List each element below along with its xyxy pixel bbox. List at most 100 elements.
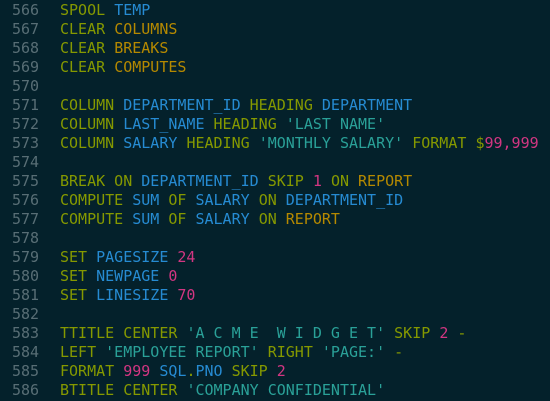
gutter-padding: [0, 343, 12, 362]
keyword-token: OF: [168, 210, 187, 228]
code-editor[interactable]: 566 SPOOL TEMP 567 CLEAR COLUMNS 568 CLEAR BR…: [0, 0, 550, 401]
identifier-token: DEPARTMENT_ID: [141, 172, 259, 190]
line-number: 566: [12, 1, 40, 19]
identifier-token: SALARY: [123, 134, 178, 152]
line-number: 571: [12, 96, 40, 114]
line-number: 583: [12, 324, 40, 342]
line-code[interactable]: CLEAR COMPUTES: [60, 58, 186, 77]
code-line[interactable]: 566 SPOOL TEMP: [0, 1, 550, 20]
line-code[interactable]: COMPUTE SUM OF SALARY ON REPORT: [60, 210, 340, 229]
code-line[interactable]: 572 COLUMN LAST_NAME HEADING 'LAST NAME': [0, 115, 550, 134]
line-number: 578: [12, 229, 40, 247]
code-line[interactable]: 567 CLEAR COLUMNS: [0, 20, 550, 39]
keyword-token: FORMAT: [412, 134, 467, 152]
gutter-padding: [0, 305, 12, 324]
line-code[interactable]: FORMAT 999 SQL.PNO SKIP 2: [60, 362, 286, 381]
identifier-token: DEPARTMENT: [321, 96, 413, 114]
code-line[interactable]: 577 COMPUTE SUM OF SALARY ON REPORT: [0, 210, 550, 229]
code-line[interactable]: 575 BREAK ON DEPARTMENT_ID SKIP 1 ON REPO…: [0, 172, 550, 191]
gutter-padding: [0, 210, 12, 229]
line-code[interactable]: COLUMN LAST_NAME HEADING 'LAST NAME': [60, 115, 385, 134]
gutter-padding: [0, 58, 12, 77]
line-code[interactable]: CLEAR COLUMNS: [60, 20, 177, 39]
line-code[interactable]: SET NEWPAGE 0: [60, 267, 177, 286]
gutter-padding: [0, 39, 12, 58]
keyword-token: SET: [60, 248, 88, 266]
code-line[interactable]: 580 SET NEWPAGE 0: [0, 267, 550, 286]
line-code[interactable]: SET PAGESIZE 24: [60, 248, 195, 267]
gutter-padding: [0, 77, 12, 96]
identifier-token: DEPARTMENT_ID: [123, 96, 241, 114]
line-code[interactable]: COLUMN DEPARTMENT_ID HEADING DEPARTMENT: [60, 96, 412, 115]
line-code[interactable]: LEFT 'EMPLOYEE REPORT' RIGHT 'PAGE:' -: [60, 343, 403, 362]
code-line[interactable]: 581 SET LINESIZE 70: [0, 286, 550, 305]
identifier-token: SALARY: [195, 191, 250, 209]
code-line[interactable]: 586 BTITLE CENTER 'COMPANY CONFIDENTIAL': [0, 381, 550, 400]
line-code[interactable]: SET LINESIZE 70: [60, 286, 195, 305]
line-number: 569: [12, 58, 40, 76]
code-line[interactable]: 571 COLUMN DEPARTMENT_ID HEADING DEPARTME…: [0, 96, 550, 115]
gutter-padding: [0, 1, 12, 20]
line-code[interactable]: CLEAR BREAKS: [60, 39, 168, 58]
line-number: 574: [12, 153, 40, 171]
code-line[interactable]: 582: [0, 305, 550, 324]
code-line[interactable]: 585 FORMAT 999 SQL.PNO SKIP 2: [0, 362, 550, 381]
keyword-token: SKIP: [231, 362, 268, 380]
code-line[interactable]: 570: [0, 77, 550, 96]
code-line[interactable]: 583 TTITLE CENTER 'A C M E W I D G E T' S…: [0, 324, 550, 343]
line-code[interactable]: COLUMN SALARY HEADING 'MONTHLY SALARY' F…: [60, 134, 539, 153]
number-token: 24: [177, 248, 196, 266]
code-line[interactable]: 569 CLEAR COMPUTES: [0, 58, 550, 77]
line-number: 586: [12, 381, 40, 399]
number-token: 0: [168, 267, 178, 285]
code-line[interactable]: 579 SET PAGESIZE 24: [0, 248, 550, 267]
gutter-padding: [0, 362, 12, 381]
code-line[interactable]: 578: [0, 229, 550, 248]
code-line[interactable]: 568 CLEAR BREAKS: [0, 39, 550, 58]
keyword-token: HEADING: [186, 134, 250, 152]
gutter-padding: [0, 20, 12, 39]
gutter-padding: [0, 229, 12, 248]
code-line[interactable]: 584 LEFT 'EMPLOYEE REPORT' RIGHT 'PAGE:' …: [0, 343, 550, 362]
gutter-padding: [0, 267, 12, 286]
keyword-token: COLUMN: [60, 96, 115, 114]
code-line[interactable]: 574: [0, 153, 550, 172]
identifier-token: TEMP: [114, 1, 151, 19]
keyword-token: COLUMN: [60, 134, 115, 152]
keyword-token: FORMAT: [60, 362, 115, 380]
string-token: 'COMPANY CONFIDENTIAL': [186, 381, 386, 399]
number-token: 999: [123, 362, 151, 380]
number-token: 2: [439, 324, 449, 342]
line-code[interactable]: COMPUTE SUM OF SALARY ON DEPARTMENT_ID: [60, 191, 403, 210]
code-line[interactable]: 573 COLUMN SALARY HEADING 'MONTHLY SALARY…: [0, 134, 550, 153]
identifier-token: LAST_NAME: [123, 115, 205, 133]
number-token: 1: [312, 172, 322, 190]
keyword-token: ON: [330, 172, 349, 190]
keyword-token: TTITLE CENTER: [60, 324, 178, 342]
line-code[interactable]: TTITLE CENTER 'A C M E W I D G E T' SKIP…: [60, 324, 466, 343]
number-token: 2: [276, 362, 286, 380]
number-token: 99,999: [484, 134, 539, 152]
line-code[interactable]: BTITLE CENTER 'COMPANY CONFIDENTIAL': [60, 381, 385, 400]
line-code[interactable]: BREAK ON DEPARTMENT_ID SKIP 1 ON REPORT: [60, 172, 412, 191]
line-code[interactable]: SPOOL TEMP: [60, 1, 150, 20]
code-line[interactable]: 576 COMPUTE SUM OF SALARY ON DEPARTMENT_I…: [0, 191, 550, 210]
keyword-token: HEADING: [213, 115, 277, 133]
